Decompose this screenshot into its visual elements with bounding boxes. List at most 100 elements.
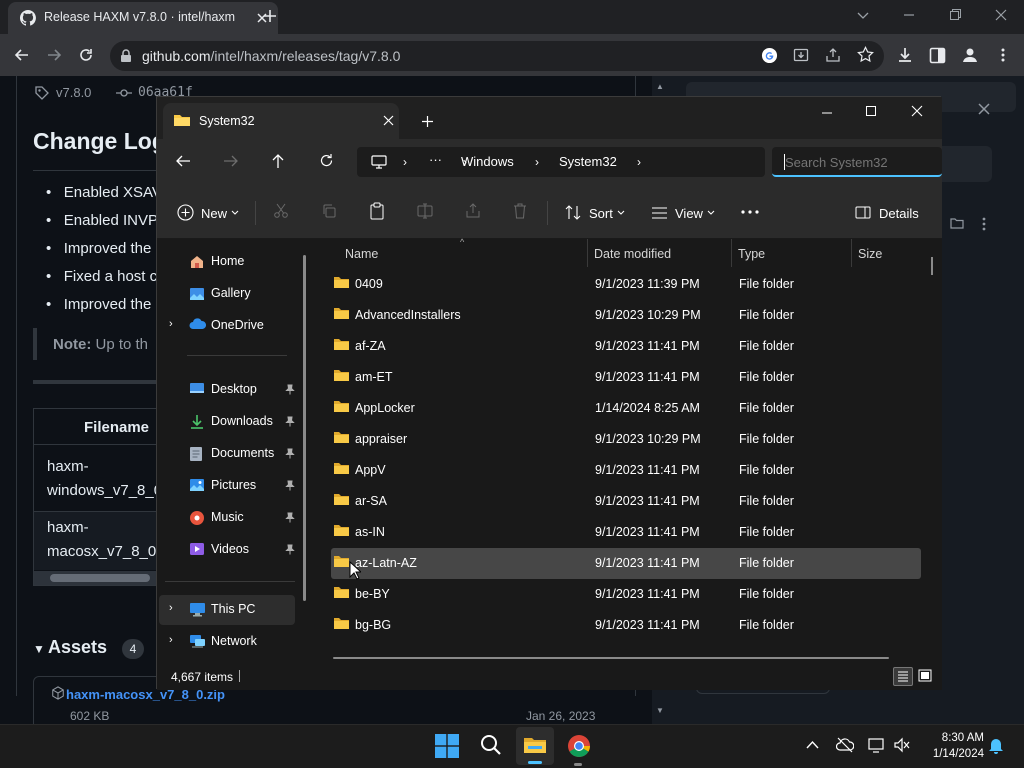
nav-item-network[interactable]: Network [171, 627, 295, 657]
dialog-close-icon[interactable] [978, 103, 990, 115]
minimize-icon[interactable] [821, 107, 833, 119]
refresh-icon[interactable] [319, 153, 334, 168]
pin-icon[interactable] [285, 448, 295, 459]
horizontal-scrollbar[interactable] [333, 657, 889, 659]
nav-item-desktop[interactable]: Desktop [171, 375, 295, 405]
nav-item-music[interactable]: Music [171, 503, 295, 533]
sort-button[interactable]: Sort [557, 198, 633, 228]
column-header-size[interactable]: Size [858, 247, 882, 261]
file-row[interactable]: AppLocker 1/14/2024 8:25 AM File folder [331, 393, 921, 424]
sort-indicator-icon: ^ [460, 237, 465, 247]
file-row[interactable]: ar-SA 9/1/2023 11:41 PM File folder [331, 486, 921, 517]
restore-icon[interactable] [948, 8, 962, 22]
table-scrollbar[interactable] [34, 571, 172, 585]
close-window-icon[interactable] [911, 105, 923, 117]
rename-icon[interactable] [417, 203, 433, 219]
address-bar[interactable]: › ··· › Windows › System32 › [357, 147, 765, 177]
chrome-icon[interactable] [567, 734, 591, 758]
share-icon[interactable] [465, 203, 481, 219]
new-button[interactable]: New [171, 198, 241, 228]
column-header-type[interactable]: Type [738, 247, 765, 261]
downloads-icon[interactable] [896, 46, 914, 64]
forward-icon[interactable] [46, 47, 62, 63]
cut-icon[interactable] [273, 203, 289, 219]
assets-toggle-icon[interactable]: ▼ [33, 642, 45, 656]
release-tag[interactable]: v7.8.0 [56, 85, 91, 100]
system-clock[interactable]: 8:30 AM 1/14/2024 [922, 730, 984, 762]
nav-item-gallery[interactable]: Gallery [171, 279, 295, 309]
site-info-icon[interactable] [120, 49, 132, 63]
new-tab-icon[interactable] [421, 115, 434, 128]
large-icons-view-toggle[interactable] [916, 667, 936, 686]
windows-start-icon[interactable] [435, 734, 459, 758]
forward-icon[interactable] [223, 154, 239, 168]
details-button[interactable]: Details [847, 198, 927, 228]
file-row[interactable]: as-IN 9/1/2023 11:41 PM File folder [331, 517, 921, 548]
delete-icon[interactable] [513, 203, 527, 219]
file-row[interactable]: am-ET 9/1/2023 11:41 PM File folder [331, 362, 921, 393]
column-header-date[interactable]: Date modified [594, 247, 671, 261]
file-row-selected[interactable]: az-Latn-AZ 9/1/2023 11:41 PM File folder [331, 548, 921, 579]
chevron-up-icon[interactable] [806, 740, 819, 749]
side-panel-icon[interactable] [929, 47, 946, 64]
explorer-tab[interactable]: System32 [163, 103, 399, 139]
reload-icon[interactable] [78, 47, 94, 63]
assets-heading[interactable]: Assets [48, 637, 107, 658]
file-row[interactable]: af-ZA 9/1/2023 11:41 PM File folder [331, 331, 921, 362]
nav-item-onedrive[interactable]: OneDrive [171, 311, 295, 341]
nav-pane-scrollbar[interactable] [303, 255, 306, 601]
folder-icon [333, 461, 350, 475]
paste-icon[interactable] [369, 202, 385, 220]
nav-item-this-pc[interactable]: This PC [171, 595, 295, 625]
file-row[interactable]: appraiser 9/1/2023 10:29 PM File folder [331, 424, 921, 455]
pin-icon[interactable] [285, 544, 295, 555]
volume-muted-icon[interactable] [893, 737, 911, 753]
kebab-menu-icon[interactable] [982, 217, 986, 231]
bookmark-star-icon[interactable] [857, 46, 874, 63]
details-view-toggle[interactable] [893, 667, 913, 686]
close-tab-icon[interactable] [383, 115, 394, 126]
file-row[interactable]: bg-BG 9/1/2023 11:41 PM File folder [331, 610, 921, 641]
cloud-sync-icon[interactable] [836, 737, 854, 753]
close-window-icon[interactable] [994, 8, 1008, 22]
maximize-icon[interactable] [865, 105, 877, 117]
pin-icon[interactable] [285, 416, 295, 427]
share-icon[interactable] [825, 47, 841, 63]
pin-icon[interactable] [285, 384, 295, 395]
profile-icon[interactable] [961, 46, 979, 64]
nav-item-videos[interactable]: Videos [171, 535, 295, 565]
file-row[interactable]: AppV 9/1/2023 11:41 PM File folder [331, 455, 921, 486]
notification-bell-icon[interactable] [988, 737, 1004, 755]
breadcrumb-system32[interactable]: System32 [559, 154, 617, 169]
back-icon[interactable] [175, 154, 191, 168]
google-lens-icon[interactable] [761, 47, 778, 64]
nav-item-downloads[interactable]: Downloads [171, 407, 295, 437]
copy-icon[interactable] [321, 203, 337, 219]
nav-item-pictures[interactable]: Pictures [171, 471, 295, 501]
search-input[interactable] [785, 152, 935, 172]
taskbar-explorer-button[interactable] [516, 727, 554, 765]
pin-icon[interactable] [285, 480, 295, 491]
breadcrumb-windows[interactable]: Windows [461, 154, 514, 169]
folder-outline-icon[interactable] [950, 217, 964, 229]
file-row[interactable]: 0409 9/1/2023 11:39 PM File folder [331, 269, 921, 300]
nav-item-home[interactable]: Home [171, 247, 295, 277]
minimize-icon[interactable] [902, 8, 916, 22]
install-app-icon[interactable] [793, 47, 809, 63]
back-icon[interactable] [14, 47, 30, 63]
tab-search-icon[interactable] [856, 8, 870, 22]
column-header-name[interactable]: Name [345, 247, 378, 261]
display-icon[interactable] [868, 737, 886, 753]
browser-tab[interactable]: Release HAXM v7.8.0 · intel/haxm [8, 2, 278, 34]
file-row[interactable]: be-BY 9/1/2023 11:41 PM File folder [331, 579, 921, 610]
file-row[interactable]: AdvancedInstallers 9/1/2023 10:29 PM File … [331, 300, 921, 331]
chrome-menu-icon[interactable] [995, 47, 1011, 63]
more-options-icon[interactable] [741, 210, 759, 214]
overflow-dots-icon[interactable]: ··· [429, 152, 442, 167]
up-icon[interactable] [271, 153, 285, 169]
search-icon[interactable] [480, 734, 502, 756]
pin-icon[interactable] [285, 512, 295, 523]
new-tab-icon[interactable] [262, 8, 278, 24]
nav-item-documents[interactable]: Documents [171, 439, 295, 469]
view-button[interactable]: View [643, 198, 723, 228]
